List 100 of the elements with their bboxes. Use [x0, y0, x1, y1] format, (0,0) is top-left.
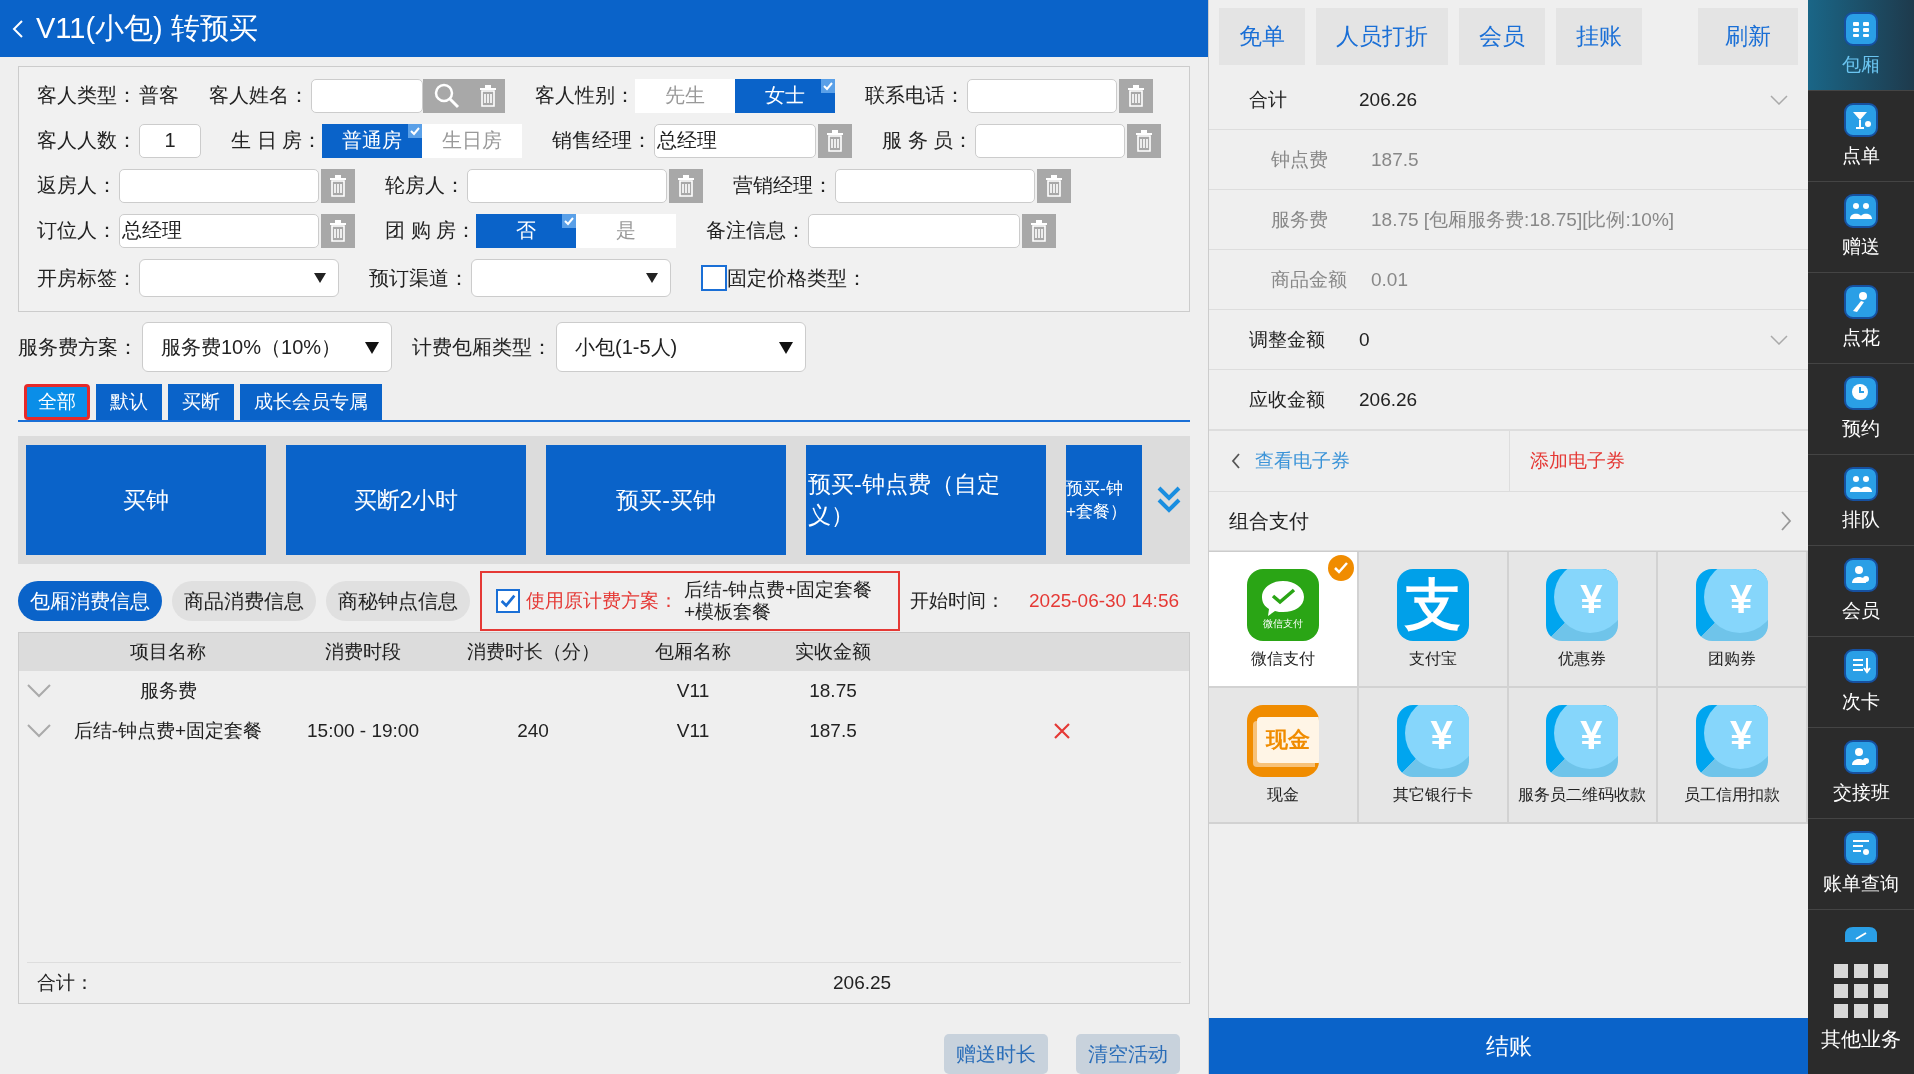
- payment-option[interactable]: 微信支付 微信支付: [1209, 552, 1359, 688]
- payment-option[interactable]: 支 支付宝: [1358, 552, 1509, 688]
- trash-icon: [329, 219, 347, 242]
- toggle-option[interactable]: 否: [476, 213, 577, 248]
- summary-value: 18.75 [包厢服务费:18.75][比例:10%]: [1371, 207, 1675, 232]
- toolbar-button[interactable]: 人员打折: [1316, 8, 1448, 65]
- input-field[interactable]: [835, 168, 1035, 203]
- chevron-down-icon[interactable]: [1770, 95, 1788, 105]
- nav-item[interactable]: 会员: [1808, 546, 1914, 637]
- summary-value: 0: [1359, 328, 1370, 351]
- category-tab[interactable]: 成长会员专属: [240, 384, 382, 420]
- input-field[interactable]: 1: [139, 123, 201, 158]
- delete-icon[interactable]: [1053, 722, 1071, 740]
- clock-icon: [1844, 376, 1878, 410]
- alipay-icon: 支: [1396, 568, 1469, 641]
- trash-button[interactable]: [669, 168, 703, 203]
- combined-pay-row[interactable]: 组合支付: [1209, 492, 1808, 551]
- start-time-label: 开始时间：: [910, 589, 1005, 613]
- checkbox[interactable]: [496, 589, 520, 613]
- payment-option[interactable]: ¥ 服务员二维码收款: [1508, 688, 1659, 824]
- input-field[interactable]: [808, 213, 1021, 248]
- search-button[interactable]: [423, 78, 471, 113]
- product-button[interactable]: 预买-钟点费（自定义）: [806, 445, 1046, 555]
- chevron-down-icon[interactable]: [25, 724, 53, 738]
- nav-item[interactable]: 预约: [1808, 364, 1914, 455]
- caret-icon: [646, 273, 658, 283]
- toggle-option[interactable]: 女士: [735, 78, 835, 113]
- double-chevron-icon[interactable]: [1157, 485, 1181, 515]
- category-tab[interactable]: 买断: [168, 384, 234, 420]
- input-field[interactable]: 总经理: [654, 123, 817, 158]
- payment-option[interactable]: ¥ 其它银行卡: [1358, 688, 1509, 824]
- summary-value: 206.26: [1359, 88, 1418, 111]
- back-icon[interactable]: [12, 18, 24, 39]
- dropdown-field[interactable]: [139, 259, 339, 297]
- toolbar-button[interactable]: 免单: [1219, 8, 1305, 65]
- nav-item[interactable]: 包厢: [1808, 0, 1914, 91]
- toolbar-button[interactable]: 刷新: [1698, 8, 1798, 65]
- toggle-option[interactable]: 普通房: [322, 123, 423, 158]
- info-tab[interactable]: 包厢消费信息: [18, 581, 162, 621]
- nav-item[interactable]: 账单查询: [1808, 819, 1914, 910]
- nav-item[interactable]: 赠送: [1808, 182, 1914, 273]
- nav-item[interactable]: 点单: [1808, 91, 1914, 182]
- summary-value: 206.26: [1359, 388, 1418, 411]
- payment-option[interactable]: 现金 现金: [1209, 688, 1359, 824]
- trash-button[interactable]: [321, 168, 355, 203]
- payment-option[interactable]: ¥ 优惠券: [1508, 552, 1659, 688]
- table-row[interactable]: 服务费 V11 18.75: [19, 671, 1189, 711]
- input-field[interactable]: [311, 78, 423, 113]
- nav-item[interactable]: 次卡: [1808, 637, 1914, 728]
- nav-item[interactable]: 排队: [1808, 455, 1914, 546]
- dropdown-field[interactable]: [471, 259, 671, 297]
- category-tab[interactable]: 默认: [96, 384, 162, 420]
- nav-item[interactable]: 点花: [1808, 273, 1914, 364]
- trash-button[interactable]: [1119, 78, 1153, 113]
- trash-button[interactable]: [321, 213, 355, 248]
- check-badge-icon: [1327, 555, 1354, 581]
- trash-button[interactable]: [818, 123, 853, 158]
- toolbar-button[interactable]: 挂账: [1556, 8, 1642, 65]
- info-tab[interactable]: 商品消费信息: [172, 581, 316, 621]
- input-field[interactable]: 总经理: [119, 213, 319, 248]
- checkout-button[interactable]: 结账: [1209, 1018, 1808, 1074]
- product-button[interactable]: 预买-买钟: [546, 445, 786, 555]
- checkbox[interactable]: [701, 265, 727, 291]
- input-field[interactable]: [467, 168, 667, 203]
- add-coupon-link[interactable]: 添加电子券: [1510, 431, 1625, 491]
- table-cell: V11: [676, 680, 710, 701]
- field-label: 客人性别：: [535, 83, 635, 108]
- toolbar-button[interactable]: 会员: [1459, 8, 1545, 65]
- grid-icon: [1834, 964, 1888, 1018]
- field-label: 客人类型：: [37, 83, 137, 108]
- nav-item[interactable]: 交接班: [1808, 728, 1914, 819]
- field-label: 生 日 房：: [231, 128, 323, 153]
- payment-option[interactable]: ¥ 员工信用扣款: [1658, 688, 1808, 824]
- product-button[interactable]: 买钟: [26, 445, 266, 555]
- chevron-right-icon: [1780, 510, 1792, 532]
- column-header: 包厢名称: [654, 640, 732, 664]
- trash-button[interactable]: [1022, 213, 1057, 248]
- field-label: 客人人数：: [37, 128, 137, 153]
- chevron-left-icon: [1231, 453, 1241, 469]
- payment-option[interactable]: ¥ 团购券: [1658, 552, 1808, 688]
- chevron-down-icon[interactable]: [25, 684, 53, 698]
- trash-button[interactable]: [471, 78, 505, 113]
- product-button[interactable]: 买断2小时: [286, 445, 526, 555]
- product-button[interactable]: 预买-钟 +套餐）: [1066, 445, 1142, 555]
- chevron-down-icon[interactable]: [1770, 335, 1788, 345]
- column-header: 消费时长（分）: [465, 640, 601, 664]
- trash-button[interactable]: [1037, 168, 1071, 203]
- check-icon: [821, 78, 835, 93]
- field-label: 备注信息：: [706, 218, 807, 243]
- dropdown-field[interactable]: 小包(1-5人): [556, 322, 806, 372]
- field-label: 预订渠道：: [369, 265, 469, 291]
- more-services-button[interactable]: 其他业务: [1808, 964, 1914, 1074]
- info-tab[interactable]: 商秘钟点信息: [326, 581, 470, 621]
- input-field[interactable]: [119, 168, 319, 203]
- action-button[interactable]: 清空活动: [1076, 1034, 1180, 1074]
- input-field[interactable]: [967, 78, 1117, 113]
- trash-button[interactable]: [1127, 123, 1162, 158]
- table-row[interactable]: 后结-钟点费+固定套餐 15:00 - 19:00 240 V11 187.5: [19, 711, 1189, 751]
- input-field[interactable]: [975, 123, 1126, 158]
- dropdown-field[interactable]: 服务费10%（10%）: [142, 322, 392, 372]
